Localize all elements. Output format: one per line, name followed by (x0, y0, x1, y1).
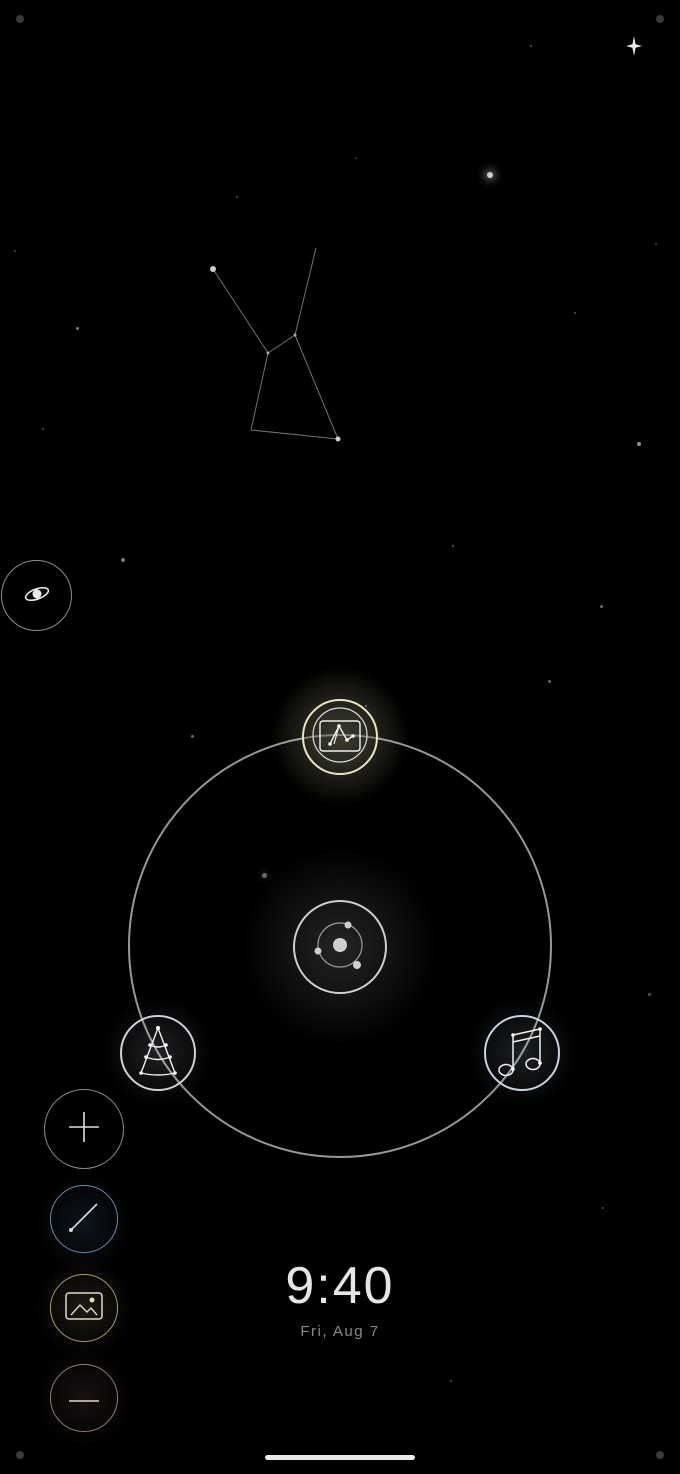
center-menu-button[interactable] (293, 900, 387, 994)
music-constellation-button[interactable] (484, 1015, 560, 1091)
star (121, 558, 125, 562)
tree-constellation-icon (133, 1023, 183, 1083)
image-button[interactable] (50, 1274, 118, 1342)
star (600, 605, 603, 608)
sparkle-button[interactable] (610, 24, 658, 72)
planet-orbit-icon (22, 583, 52, 609)
music-note-constellation-icon (496, 1023, 548, 1083)
draw-line-button[interactable] (50, 1185, 118, 1253)
star (450, 1380, 452, 1382)
line-pen-icon (67, 1200, 101, 1238)
plus-icon (67, 1110, 101, 1148)
sparkle-star-icon (626, 36, 642, 60)
corner-dot (16, 1451, 24, 1459)
remove-button[interactable] (50, 1364, 118, 1432)
add-button[interactable] (44, 1089, 124, 1169)
photo-constellation-button[interactable] (302, 699, 378, 775)
lockscreen-date: Fri, Aug 7 (300, 1323, 380, 1340)
planet-button[interactable] (1, 560, 72, 631)
star (548, 680, 551, 683)
star (602, 1207, 604, 1209)
home-indicator[interactable] (265, 1455, 415, 1460)
corner-dot (656, 1451, 664, 1459)
photo-constellation-icon (309, 704, 371, 770)
star (452, 545, 454, 547)
constellation-lines (210, 247, 341, 442)
solar-system-icon (310, 915, 370, 979)
minus-icon (67, 1389, 101, 1408)
lockscreen-time: 9:40 (285, 1257, 395, 1315)
image-icon (64, 1290, 104, 1326)
tree-constellation-button[interactable] (120, 1015, 196, 1091)
lockscreen: 9:40 Fri, Aug 7 (0, 0, 680, 1474)
